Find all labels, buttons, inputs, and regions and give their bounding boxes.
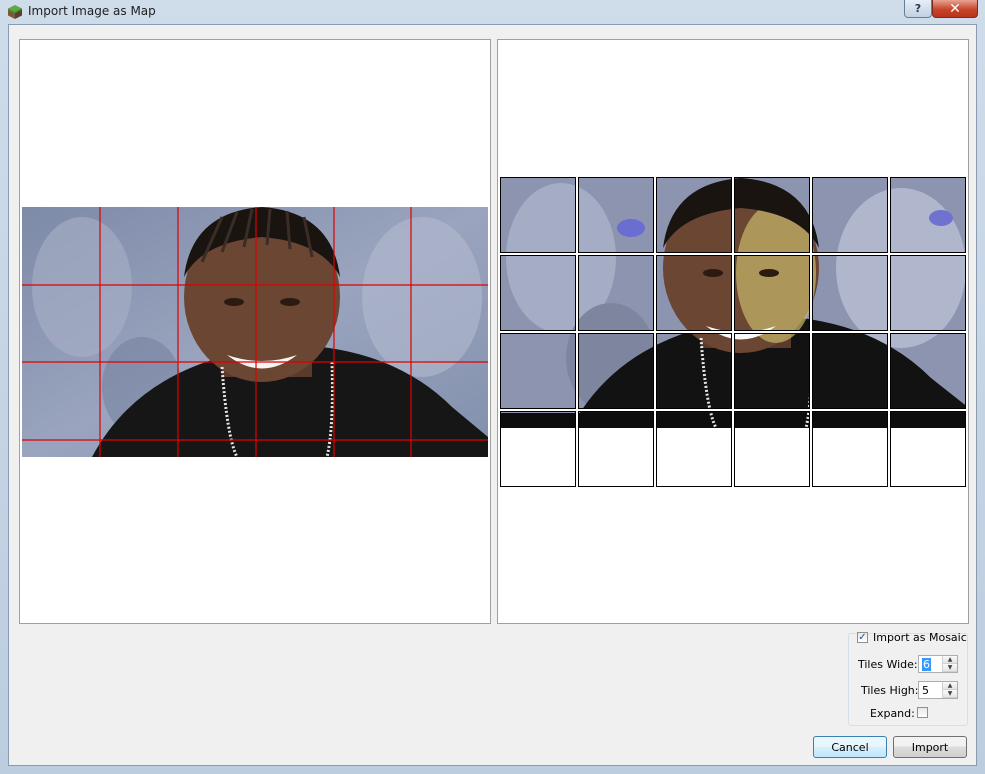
close-button[interactable]: ✕ bbox=[932, 0, 978, 18]
mosaic-tile bbox=[656, 411, 732, 487]
mosaic-tile bbox=[812, 177, 888, 253]
mosaic-options-group: ✓ Import as Mosaic Tiles Wide: 6 ▲ ▼ Til… bbox=[848, 631, 968, 726]
mosaic-tile bbox=[890, 333, 966, 409]
tiles-high-up-icon[interactable]: ▲ bbox=[943, 682, 957, 690]
photo-drawing bbox=[22, 207, 488, 457]
mosaic-tile bbox=[812, 411, 888, 487]
window-title: Import Image as Map bbox=[28, 4, 156, 18]
mosaic-tile bbox=[578, 333, 654, 409]
mosaic-tile bbox=[656, 177, 732, 253]
import-as-mosaic-checkbox[interactable]: ✓ bbox=[857, 632, 868, 643]
mosaic-preview-panel bbox=[497, 39, 969, 624]
expand-checkbox[interactable] bbox=[917, 707, 928, 718]
tiles-wide-value[interactable]: 6 bbox=[922, 658, 931, 671]
help-icon: ? bbox=[914, 2, 922, 15]
mosaic-tile bbox=[656, 255, 732, 331]
import-as-mosaic-label: Import as Mosaic bbox=[873, 631, 967, 644]
mosaic-tile bbox=[578, 411, 654, 487]
import-as-mosaic-row[interactable]: ✓ Import as Mosaic bbox=[857, 631, 967, 644]
mosaic-tile bbox=[656, 333, 732, 409]
dialog-window: Import Image as Map ? ✕ ✓ Import as Mosa… bbox=[0, 0, 985, 774]
mosaic-tile bbox=[890, 411, 966, 487]
mosaic-tile bbox=[890, 177, 966, 253]
tiles-wide-down-icon[interactable]: ▼ bbox=[943, 664, 957, 672]
mosaic-tile bbox=[500, 411, 576, 487]
mosaic-tile bbox=[500, 255, 576, 331]
tiles-wide-up-icon[interactable]: ▲ bbox=[943, 656, 957, 664]
help-button[interactable]: ? bbox=[904, 0, 932, 18]
mosaic-tile bbox=[734, 411, 810, 487]
dialog-client-area: ✓ Import as Mosaic Tiles Wide: 6 ▲ ▼ Til… bbox=[8, 24, 977, 766]
mosaic-tile bbox=[578, 177, 654, 253]
mosaic-tile bbox=[500, 333, 576, 409]
mosaic-tile bbox=[578, 255, 654, 331]
mosaic-tile bbox=[890, 255, 966, 331]
expand-label: Expand: bbox=[870, 707, 915, 720]
cancel-button-label: Cancel bbox=[831, 740, 869, 754]
mosaic-tile bbox=[812, 255, 888, 331]
cancel-button[interactable]: Cancel bbox=[813, 736, 887, 758]
mosaic-tile bbox=[734, 255, 810, 331]
mosaic-tile bbox=[734, 177, 810, 253]
import-button[interactable]: Import bbox=[893, 736, 967, 758]
tiles-high-down-icon[interactable]: ▼ bbox=[943, 690, 957, 698]
mosaic-tile bbox=[500, 177, 576, 253]
source-image bbox=[22, 207, 488, 457]
tiles-wide-spinbox[interactable]: 6 ▲ ▼ bbox=[918, 655, 958, 673]
tiles-high-spinbox[interactable]: 5 ▲ ▼ bbox=[918, 681, 958, 699]
mosaic-tile bbox=[812, 333, 888, 409]
tiles-high-label: Tiles High: bbox=[861, 684, 919, 697]
mosaic-tile bbox=[734, 333, 810, 409]
tiles-wide-label: Tiles Wide: bbox=[858, 658, 918, 671]
title-bar[interactable]: Import Image as Map ? ✕ bbox=[0, 0, 985, 24]
close-icon: ✕ bbox=[949, 0, 961, 17]
tiles-high-value[interactable]: 5 bbox=[922, 684, 929, 697]
grass-block-icon bbox=[8, 5, 22, 19]
source-preview-panel bbox=[19, 39, 491, 624]
import-button-label: Import bbox=[911, 740, 949, 754]
